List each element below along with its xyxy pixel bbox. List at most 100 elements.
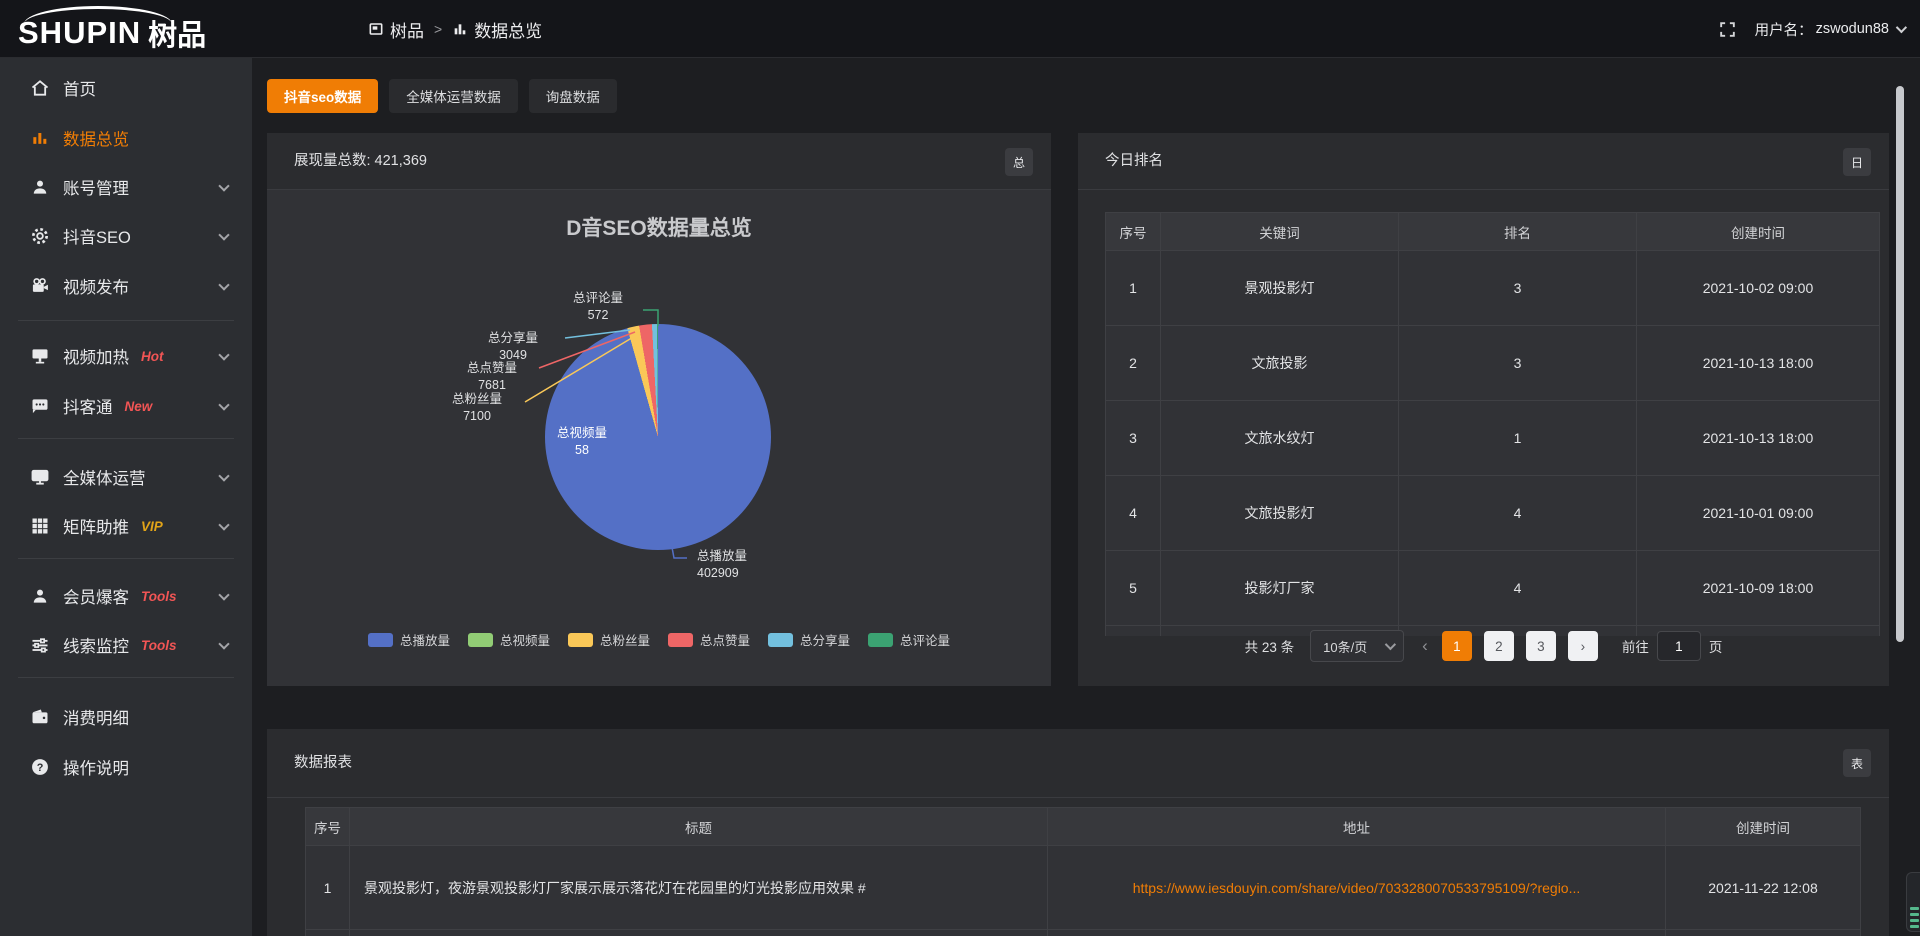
hot-badge: Hot [141, 349, 164, 364]
legend-item-fans[interactable]: 总粉丝量 [568, 630, 650, 649]
table-header-row: 序号 关键词 排名 创建时间 [1106, 213, 1879, 251]
table-view-button[interactable]: 表 [1843, 749, 1871, 777]
legend-label: 总视频量 [500, 630, 550, 649]
chevron-down-icon [218, 279, 229, 290]
page-button-1[interactable]: 1 [1442, 631, 1472, 661]
legend-item-likes[interactable]: 总点赞量 [668, 630, 750, 649]
sidebar-item-matrix-boost[interactable]: 矩阵助推 VIP [0, 501, 252, 551]
page-size-value: 10条/页 [1323, 637, 1367, 656]
sidebar-item-home[interactable]: 首页 [0, 63, 252, 113]
breadcrumb-root[interactable]: 树品 [368, 17, 424, 42]
user-menu[interactable]: 用户名：zswodun88 [1755, 19, 1904, 40]
column-header: 序号 [1106, 213, 1161, 251]
floating-widget[interactable] [1906, 872, 1920, 932]
impressions-panel-header: 展现量总数: 421,369 总 [267, 133, 1051, 190]
legend-swatch [468, 633, 493, 647]
page-button-3[interactable]: 3 [1526, 631, 1556, 661]
cell-index: 3 [1106, 401, 1161, 476]
fullscreen-icon[interactable] [1718, 20, 1737, 39]
cell-index: 4 [1106, 476, 1161, 551]
cell-keyword: 文旅水纹灯 [1161, 401, 1399, 476]
breadcrumb-current[interactable]: 数据总览 [452, 17, 542, 42]
report-table: 序号 标题 地址 创建时间 1 景观投影灯，夜游景观投影灯厂家展示展示落花灯在花… [305, 807, 1861, 936]
sidebar-item-member-burst[interactable]: 会员爆客 Tools [0, 571, 252, 621]
tools-badge: Tools [141, 638, 177, 653]
breadcrumb: 树品 > 数据总览 [368, 0, 542, 58]
cell-created-time: 2021-10-09 18:00 [1637, 551, 1879, 626]
ranking-table: 序号 关键词 排名 创建时间 1 景观投影灯 3 2021-10-02 09:0… [1105, 212, 1880, 636]
column-header: 标题 [350, 808, 1048, 846]
cell-rank: 1 [1399, 401, 1637, 476]
pie-chart-area: D音SEO数据量总览 总评论量 572 总分享量 3049 总点赞量 7681 … [267, 190, 1051, 686]
ranking-panel-header: 今日排名 日 [1078, 133, 1889, 190]
legend-item-comments[interactable]: 总评论量 [868, 630, 950, 649]
sidebar-divider [18, 438, 234, 439]
page-button-2[interactable]: 2 [1484, 631, 1514, 661]
report-panel-title: 数据报表 [294, 729, 352, 798]
breadcrumb-root-label: 树品 [390, 17, 424, 42]
sidebar-item-account[interactable]: 账号管理 [0, 162, 252, 212]
legend-swatch [868, 633, 893, 647]
logo-text-zh: 树品 [148, 4, 206, 54]
tab-media-operation-data[interactable]: 全媒体运营数据 [389, 79, 518, 113]
pie-label-name: 总分享量 [468, 330, 558, 347]
cell-created-time: 2021-10-13 18:00 [1637, 401, 1879, 476]
pie-label-name: 总评论量 [553, 290, 643, 307]
bar-chart-icon [452, 21, 468, 37]
sliders-icon [30, 635, 50, 655]
cell-index: 5 [1106, 551, 1161, 626]
widget-stripe [1910, 907, 1919, 910]
column-header: 地址 [1048, 808, 1666, 846]
sidebar-item-label: 消费明细 [63, 705, 129, 729]
sidebar-item-douketong[interactable]: 抖客通 New [0, 381, 252, 431]
table-row: 1 景观投影灯 3 2021-10-02 09:00 [1106, 251, 1879, 326]
next-page-button[interactable]: › [1568, 631, 1598, 661]
widget-stripe [1910, 919, 1919, 922]
sidebar-item-media-operation[interactable]: 全媒体运营 [0, 452, 252, 502]
sidebar-item-label: 账号管理 [63, 175, 129, 199]
column-header: 创建时间 [1637, 213, 1879, 251]
sidebar-item-consumption[interactable]: 消费明细 [0, 692, 252, 742]
sidebar-item-douyin-seo[interactable]: 抖音SEO [0, 211, 252, 261]
chevron-down-icon [218, 589, 229, 600]
cell-rank: 4 [1399, 476, 1637, 551]
sidebar-item-label: 抖客通 [63, 394, 113, 418]
legend-label: 总粉丝量 [600, 630, 650, 649]
sidebar-item-help[interactable]: ? 操作说明 [0, 742, 252, 792]
day-view-button[interactable]: 日 [1843, 148, 1871, 176]
page-scrollbar[interactable] [1896, 86, 1904, 642]
sidebar-item-video-heat[interactable]: 视频加热 Hot [0, 331, 252, 381]
cell-keyword: 文旅投影 [1161, 326, 1399, 401]
legend-item-videos[interactable]: 总视频量 [468, 630, 550, 649]
sidebar: 首页 数据总览 账号管理 抖音SEO 视频发布 视频加热 Hot 抖客通 New… [0, 58, 252, 936]
pie-label-likes: 总点赞量 7681 [447, 360, 537, 394]
total-view-button[interactable]: 总 [1005, 148, 1033, 176]
topbar: SHUPIN 树品 树品 > 数据总览 用户名：zswodun88 [0, 0, 1920, 58]
widget-stripe [1910, 913, 1919, 916]
sidebar-item-lead-monitor[interactable]: 线索监控 Tools [0, 620, 252, 670]
pie-label-value: 402909 [697, 565, 817, 582]
legend-item-plays[interactable]: 总播放量 [368, 630, 450, 649]
legend-label: 总分享量 [800, 630, 850, 649]
chevron-down-icon [218, 470, 229, 481]
cell-rank: 4 [1399, 551, 1637, 626]
legend-label: 总评论量 [900, 630, 950, 649]
page-size-select[interactable]: 10条/页 [1310, 630, 1404, 662]
chevron-down-icon [218, 399, 229, 410]
sidebar-item-label: 线索监控 [63, 633, 129, 657]
tab-inquiry-data[interactable]: 询盘数据 [529, 79, 617, 113]
video-link[interactable]: https://www.iesdouyin.com/share/video/70… [1133, 880, 1581, 896]
chevron-down-icon [218, 180, 229, 191]
username-value: zswodun88 [1816, 21, 1889, 37]
cell-created-time: 2021-10-02 09:00 [1637, 251, 1879, 326]
prev-page-button[interactable]: ‹ [1422, 636, 1428, 656]
question-circle-icon: ? [30, 757, 50, 777]
tab-douyin-seo-data[interactable]: 抖音seo数据 [267, 79, 378, 113]
cell-title: 景观投影灯，夜游景观投影灯厂家展示展示落花灯在花园里的灯光投影应用效果 # [350, 846, 1048, 930]
goto-page-input[interactable] [1657, 631, 1701, 661]
sidebar-item-data-overview[interactable]: 数据总览 [0, 113, 252, 163]
legend-item-shares[interactable]: 总分享量 [768, 630, 850, 649]
legend-swatch [668, 633, 693, 647]
sidebar-item-video-publish[interactable]: 视频发布 [0, 261, 252, 311]
pie-chart-title: D音SEO数据量总览 [267, 212, 1051, 242]
